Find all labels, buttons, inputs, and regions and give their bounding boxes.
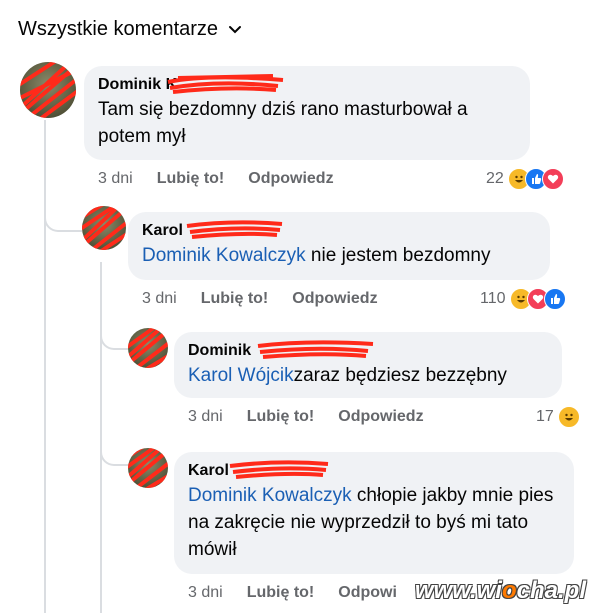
- comment-bubble: Dominik K Tam się bezdomny dziś rano mas…: [84, 66, 530, 160]
- reply-button[interactable]: Odpowiedz: [338, 408, 423, 426]
- mention-link[interactable]: Karol Wójcik: [188, 365, 294, 386]
- reply-button[interactable]: Odpowiedz: [248, 170, 333, 188]
- comment-author[interactable]: Dominik K: [98, 74, 284, 94]
- reactions-summary[interactable]: 110: [480, 288, 566, 310]
- haha-reaction-icon: [557, 406, 580, 428]
- reaction-count: 17: [536, 408, 554, 425]
- comment-text: Dominik Kowalczyk nie jestem bezdomny: [142, 245, 491, 266]
- redaction-scribble: [167, 74, 284, 94]
- avatar[interactable]: [128, 328, 168, 368]
- redaction-scribble: [82, 206, 126, 250]
- comment-author[interactable]: Karol: [142, 220, 283, 240]
- comment-text: Dominik Kowalczyk chłopie jakby mnie pie…: [188, 485, 554, 560]
- thread-connector: [100, 318, 130, 350]
- like-button[interactable]: Lubię to!: [157, 170, 225, 188]
- comment-actions: 3 dni Lubię to! Odpowi: [188, 584, 421, 602]
- comment-actions: 3 dni Lubię to! Odpowiedz: [142, 290, 402, 308]
- comment-text: Karol Wójcikzaraz będziesz bezzębny: [188, 365, 507, 386]
- redaction-scribble: [229, 460, 329, 479]
- reactions-summary[interactable]: 17: [536, 406, 580, 428]
- comment-time[interactable]: 3 dni: [188, 584, 223, 602]
- thread-line: [44, 120, 46, 613]
- reactions-summary[interactable]: 22: [486, 168, 564, 190]
- avatar[interactable]: [20, 62, 76, 118]
- thread-connector: [44, 200, 82, 232]
- reply-button[interactable]: Odpowi: [338, 584, 397, 602]
- mention-link[interactable]: Dominik Kowalczyk: [188, 485, 352, 506]
- comments-filter-header[interactable]: Wszystkie komentarze: [18, 18, 242, 41]
- comment-time[interactable]: 3 dni: [142, 290, 177, 308]
- like-reaction-icon: [543, 288, 566, 310]
- comment-bubble: Dominik Karol Wójcikzaraz będziesz bezzę…: [174, 332, 562, 398]
- love-reaction-icon: [541, 168, 564, 190]
- comment-author[interactable]: Dominik: [188, 340, 374, 360]
- reaction-count: 22: [486, 170, 504, 187]
- mention-link[interactable]: Dominik Kowalczyk: [142, 245, 306, 266]
- redaction-scribble: [128, 448, 168, 488]
- avatar[interactable]: [82, 206, 126, 250]
- watermark: www.wiocha.pl: [414, 577, 586, 604]
- comments-filter-label: Wszystkie komentarze: [18, 18, 219, 40]
- avatar[interactable]: [128, 448, 168, 488]
- comment-time[interactable]: 3 dni: [98, 170, 133, 188]
- redaction-scribble: [186, 220, 283, 239]
- like-button[interactable]: Lubię to!: [247, 584, 315, 602]
- redaction-scribble: [128, 328, 168, 368]
- like-button[interactable]: Lubię to!: [201, 290, 269, 308]
- comment-text: Tam się bezdomny dziś rano masturbował a…: [98, 99, 468, 147]
- redaction-scribble: [20, 62, 76, 118]
- reply-button[interactable]: Odpowiedz: [292, 290, 377, 308]
- reaction-count: 110: [480, 290, 506, 307]
- comment-bubble: Karol Dominik Kowalczyk nie jestem bezdo…: [128, 212, 550, 280]
- comment-time[interactable]: 3 dni: [188, 408, 223, 426]
- thread-connector: [100, 430, 130, 466]
- redaction-scribble: [257, 340, 374, 359]
- comment-actions: 3 dni Lubię to! Odpowiedz: [188, 408, 448, 426]
- comment-actions: 3 dni Lubię to! Odpowiedz: [98, 170, 358, 188]
- chevron-down-icon: [229, 25, 242, 33]
- like-button[interactable]: Lubię to!: [247, 408, 315, 426]
- comment-author[interactable]: Karol: [188, 460, 329, 480]
- comment-bubble: Karol Dominik Kowalczyk chłopie jakby mn…: [174, 452, 574, 574]
